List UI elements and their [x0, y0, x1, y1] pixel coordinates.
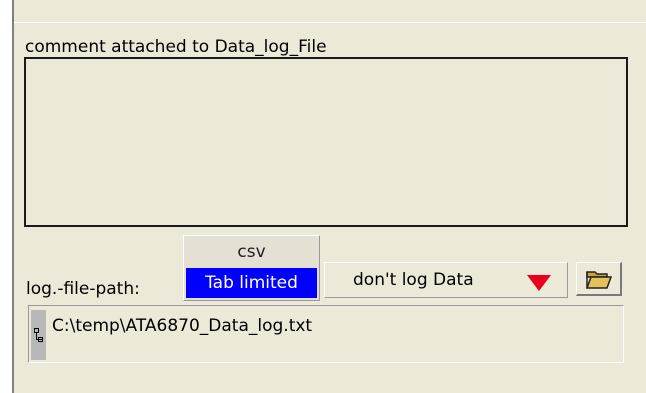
file-path-value: C:\temp\ATA6870_Data_log.txt [52, 316, 313, 336]
format-option-csv[interactable]: csv [186, 237, 317, 267]
folder-open-icon [585, 271, 613, 289]
comment-label: comment attached to Data_log_File [25, 37, 327, 57]
log-mode-value: don't log Data [353, 270, 474, 290]
format-option-tab-limited[interactable]: Tab limited [186, 268, 317, 298]
path-handle[interactable] [31, 310, 46, 360]
format-listbox[interactable]: csv Tab limited [183, 235, 320, 301]
log-mode-dropdown[interactable]: don't log Data [324, 262, 568, 298]
dropdown-arrow-icon[interactable] [527, 275, 551, 291]
tree-node-icon [34, 328, 43, 342]
browse-folder-button[interactable] [576, 262, 622, 296]
file-path-field[interactable]: C:\temp\ATA6870_Data_log.txt [28, 305, 624, 363]
top-strip [14, 0, 646, 23]
comment-textarea[interactable] [24, 57, 628, 227]
file-path-label: log.-file-path: [26, 279, 140, 299]
